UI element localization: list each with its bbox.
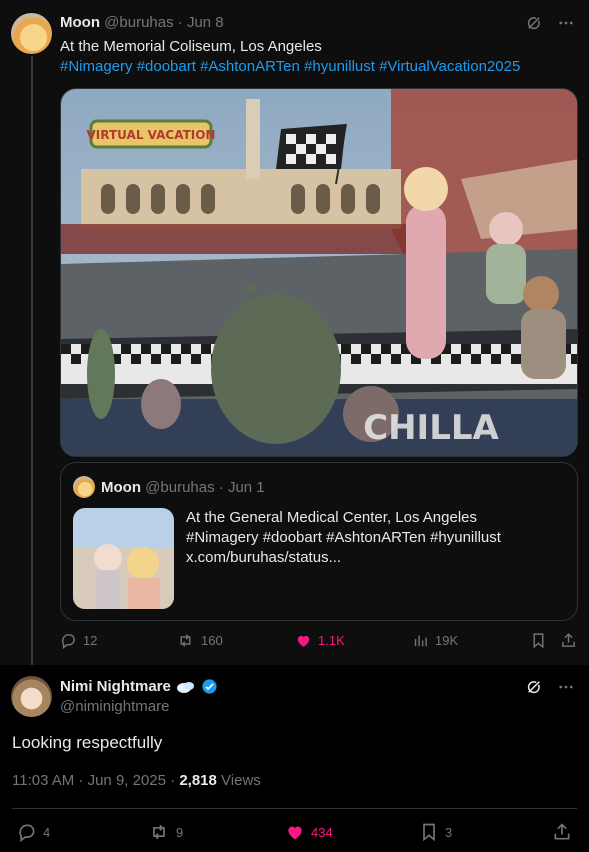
parent-tweet-text: At the Memorial Coliseum, Los Angeles #N… [60,37,570,77]
share-icon [552,822,572,842]
verified-icon[interactable] [201,678,218,695]
views-icon [412,632,429,649]
tweet-text: At the Memorial Coliseum, Los Angeles [60,38,322,55]
reply-author-name[interactable]: Nimi Nightmare [60,678,171,695]
parent-tweet-actions-top [525,14,575,32]
reply-button[interactable]: 12 [60,632,97,649]
thread-line [31,56,33,671]
more-icon[interactable] [557,14,575,32]
bookmark-button[interactable]: 3 [419,822,452,842]
reply-icon [60,632,77,649]
reply-count: 4 [43,824,51,840]
quote-author-handle: @buruhas [145,479,215,496]
repost-button[interactable]: 160 [176,632,223,649]
like-button[interactable]: 1.1K [295,632,345,649]
like-button[interactable]: 434 [285,822,333,842]
nimi-avatar[interactable] [11,676,52,717]
reply-button[interactable]: 4 [17,822,50,842]
author-handle[interactable]: @buruhas [104,14,173,31]
quote-line-3: x.com/buruhas/status... [186,549,342,566]
reply-action-bar: 4 9 434 3 [0,822,589,844]
bookmark-count: 3 [445,824,453,840]
quote-author-name: Moon [101,479,141,496]
repost-icon [148,822,170,842]
reply-icon [17,822,37,842]
quote-line-2: #Nimagery #doobart #AshtonARTen #hyunill… [186,529,501,546]
tweet-date[interactable]: Jun 8 [187,14,224,31]
quote-avatar [73,476,95,498]
repost-count: 160 [201,633,223,648]
reply-actions-top [525,678,575,696]
bookmark-button[interactable] [530,632,547,649]
heart-icon [295,632,312,649]
share-button[interactable] [560,632,577,649]
reply-count: 12 [83,633,98,648]
grok-icon[interactable] [525,14,543,32]
reply-timestamp[interactable]: 11:03 AM · Jun 9, 2025 · [12,772,179,789]
parent-action-bar: 12 160 1.1K 19K [60,632,578,654]
tweet-image[interactable]: VIRTUAL VACATION CHILLA [60,88,578,457]
views-count: 19K [435,633,459,648]
share-icon [560,632,577,649]
quote-header: Moon @buruhas · Jun 1 [101,479,265,496]
bookmark-icon [530,632,547,649]
repost-button[interactable]: 9 [148,822,183,842]
share-button[interactable] [552,822,572,842]
reply-meta: 11:03 AM · Jun 9, 2025 · 2,818 Views [12,772,261,789]
quote-line-1: At the General Medical Center, Los Angel… [186,509,478,526]
like-count: 1.1K [318,633,345,648]
parent-tweet-header: Moon @buruhas · Jun 8 [60,14,224,31]
reply-views-label: Views [216,772,261,789]
more-icon[interactable] [557,678,575,696]
views-button[interactable]: 19K [412,632,458,649]
like-count: 434 [311,824,333,840]
coliseum-illustration: VIRTUAL VACATION CHILLA [61,89,577,456]
reply-views-count: 2,818 [179,772,217,789]
hashtag-links[interactable]: #Nimagery #doobart #AshtonARTen #hyunill… [60,57,570,77]
repost-count: 9 [176,824,184,840]
repost-icon [176,632,195,649]
reply-text: Looking respectfully [12,733,163,752]
reply-author-name-row[interactable]: Nimi Nightmare [60,678,218,695]
author-name[interactable]: Moon [60,14,100,31]
heart-icon [285,822,305,842]
banner-text: VIRTUAL VACATION [87,128,216,142]
quote-text: At the General Medical Center, Los Angel… [186,508,566,568]
bookmark-icon [419,822,439,842]
track-text: CHILLA [363,408,499,448]
quote-thumbnail[interactable] [73,508,174,609]
quote-date: Jun 1 [227,479,265,496]
divider [12,808,577,809]
reply-author-handle[interactable]: @niminightmare [60,698,169,715]
grok-icon[interactable] [525,678,543,696]
moon-avatar[interactable] [11,13,52,54]
cloud-emoji-icon [176,679,196,695]
quoted-tweet[interactable]: Moon @buruhas · Jun 1 At the General Med… [60,462,578,621]
